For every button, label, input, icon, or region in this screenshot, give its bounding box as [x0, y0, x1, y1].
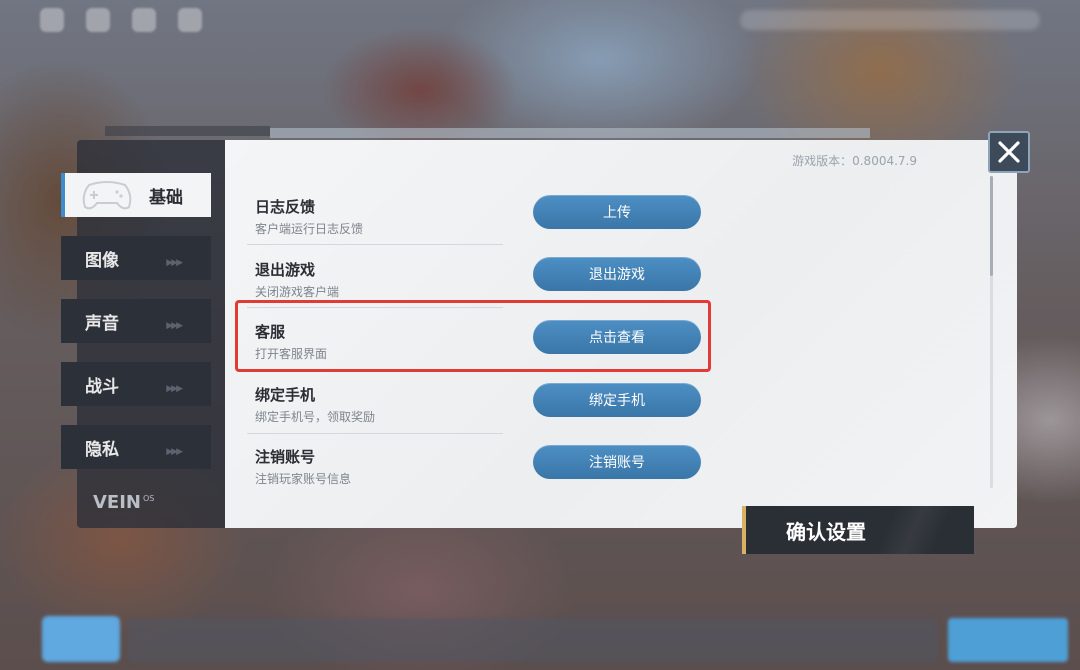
tab-label: 战斗 [85, 376, 119, 397]
brand-logo-sup: OS [143, 494, 155, 503]
tab-basic[interactable]: 基础 [61, 173, 211, 217]
tab-label: 隐私 [85, 439, 119, 460]
close-button[interactable] [988, 131, 1030, 173]
delete-account-button[interactable]: 注销账号 [533, 445, 701, 479]
document-icon [132, 8, 156, 32]
game-version: 游戏版本：0.8004.7.9 [792, 154, 917, 168]
setting-desc: 绑定手机号，领取奖励 [255, 410, 376, 424]
row-divider [247, 433, 503, 434]
view-customer-service-button[interactable]: 点击查看 [533, 320, 701, 354]
button-shine [854, 506, 974, 554]
bag-icon [178, 8, 202, 32]
double-chevron-right-icon: ▶▶▶ [166, 258, 183, 268]
upload-button[interactable]: 上传 [533, 195, 701, 229]
settings-content: 游戏版本：0.8004.7.9 日志反馈 客户端运行日志反馈 上传 退出游戏 关… [225, 140, 1017, 528]
gear-icon [40, 8, 64, 32]
setting-desc: 注销玩家账号信息 [255, 472, 352, 486]
setting-title: 退出游戏 [255, 261, 316, 279]
panel-backdrop [105, 126, 270, 136]
setting-desc: 关闭游戏客户端 [255, 285, 340, 299]
brand-logo-text: VEIN [93, 492, 141, 513]
bottom-hud-bar [128, 618, 938, 662]
chat-bubble-icon [42, 616, 120, 662]
gamepad-icon [82, 181, 132, 210]
start-button-blurred [948, 618, 1068, 662]
row-divider [247, 307, 503, 308]
close-icon [998, 141, 1020, 163]
double-chevron-right-icon: ▶▶▶ [166, 447, 183, 457]
tab-label: 声音 [85, 313, 119, 334]
setting-row-customer-service: 客服 打开客服界面 [255, 321, 495, 362]
confirm-settings-button[interactable]: 确认设置 [742, 506, 974, 554]
setting-desc: 客户端运行日志反馈 [255, 222, 364, 236]
exit-game-button[interactable]: 退出游戏 [533, 257, 701, 291]
setting-title: 日志反馈 [255, 198, 316, 216]
mail-icon [86, 8, 110, 32]
tab-sound[interactable]: 声音 ▶▶▶ [61, 299, 211, 343]
setting-title: 注销账号 [255, 448, 316, 466]
settings-dialog: 基础 图像 ▶▶▶ 声音 ▶▶▶ 战斗 ▶▶▶ 隐私 ▶▶▶ VEIN OS 游… [61, 140, 1017, 528]
setting-row-bind-phone: 绑定手机 绑定手机号，领取奖励 [255, 384, 495, 425]
tab-label: 图像 [85, 250, 119, 271]
setting-row-delete-account: 注销账号 注销玩家账号信息 [255, 446, 495, 487]
setting-title: 客服 [255, 323, 286, 341]
double-chevron-right-icon: ▶▶▶ [166, 384, 183, 394]
setting-row-log-feedback: 日志反馈 客户端运行日志反馈 [255, 196, 495, 237]
top-right-hud [740, 10, 1040, 30]
setting-row-exit-game: 退出游戏 关闭游戏客户端 [255, 259, 495, 300]
bind-phone-button[interactable]: 绑定手机 [533, 383, 701, 417]
scrollbar-thumb[interactable] [990, 176, 993, 276]
bottom-hud [0, 610, 1080, 670]
tab-combat[interactable]: 战斗 ▶▶▶ [61, 362, 211, 406]
tab-graphics[interactable]: 图像 ▶▶▶ [61, 236, 211, 280]
double-chevron-right-icon: ▶▶▶ [166, 321, 183, 331]
settings-sidebar: 基础 图像 ▶▶▶ 声音 ▶▶▶ 战斗 ▶▶▶ 隐私 ▶▶▶ VEIN OS [61, 140, 225, 528]
brand-logo: VEIN OS [93, 492, 154, 513]
tab-privacy[interactable]: 隐私 ▶▶▶ [61, 425, 211, 469]
row-divider [247, 370, 503, 371]
setting-desc: 打开客服界面 [255, 347, 328, 361]
row-divider [247, 244, 503, 245]
top-hud-icons [40, 8, 202, 32]
panel-backdrop [270, 128, 870, 138]
scrollbar[interactable] [990, 176, 993, 488]
tab-label: 基础 [149, 187, 183, 208]
setting-title: 绑定手机 [255, 386, 316, 404]
